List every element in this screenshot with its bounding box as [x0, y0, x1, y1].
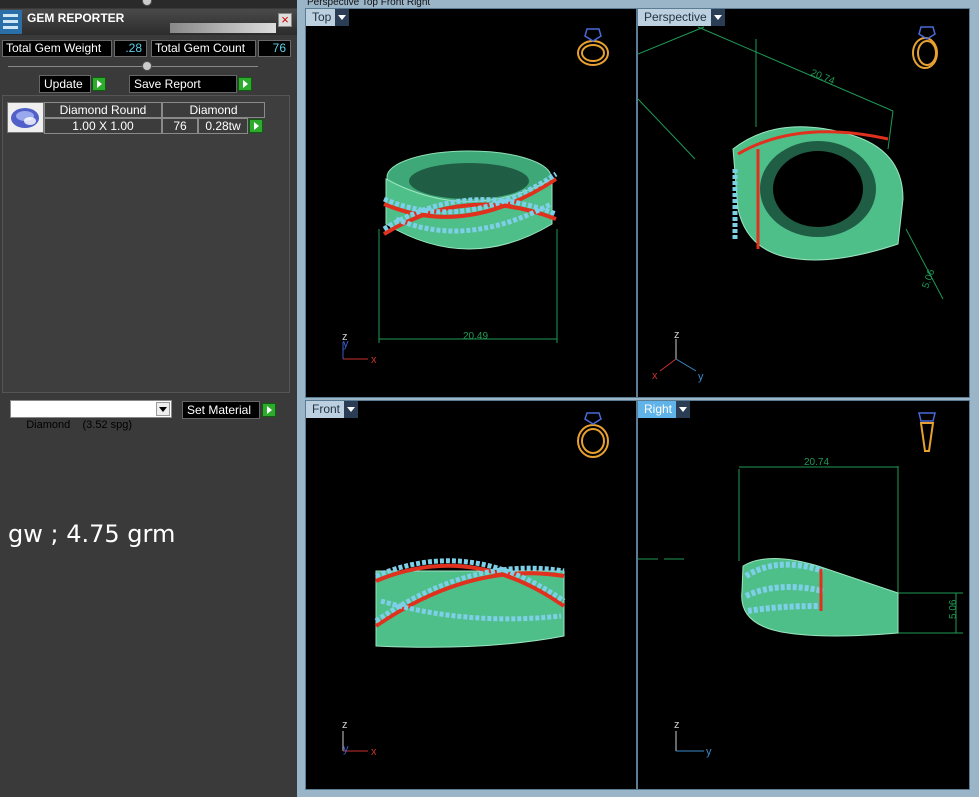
viewport-right[interactable]: 20.74 5.06 y z Right: [637, 400, 970, 790]
axis-z-label: z: [674, 719, 680, 731]
axis-z-label: z: [342, 719, 348, 731]
axis-x-label: x: [371, 354, 377, 366]
ring-model: [382, 150, 558, 250]
gold-weight-note: gw ; 4.75 grm: [8, 520, 176, 548]
gem-count-cell: 76: [162, 118, 198, 134]
save-report-button[interactable]: Save Report: [129, 75, 237, 93]
right-view-canvas: 20.74 5.06 y z: [638, 412, 963, 758]
material-select[interactable]: Diamond (3.52 spg): [10, 400, 172, 431]
total-gem-count-label: Total Gem Count: [151, 40, 256, 57]
panel-splitter-line: [8, 66, 258, 67]
axis-z-label: z: [674, 329, 680, 341]
ring-icon: [912, 26, 938, 69]
gem-row-select-icon[interactable]: [249, 119, 263, 133]
title-gradient-bar: [170, 23, 276, 33]
ring-model: [741, 558, 899, 637]
total-gem-weight-label: Total Gem Weight: [2, 40, 112, 57]
gem-reporter-panel: GEM REPORTER × Total Gem Weight .28 Tota…: [0, 0, 297, 797]
chevron-down-icon[interactable]: [710, 9, 725, 26]
perspective-view-canvas: 20.74 5.06 x y z: [638, 26, 944, 383]
total-gem-weight-value: .28: [114, 40, 147, 57]
perspective-dimension-b: 5.06: [920, 268, 937, 290]
total-gem-count-value: 76: [258, 40, 291, 57]
material-select-value: Diamond (3.52 spg): [26, 419, 133, 431]
viewport-area: Perspective Top Front Right 20.49 x y z …: [297, 0, 979, 797]
ring-model: [374, 558, 566, 648]
viewport-perspective-tab[interactable]: Perspective: [638, 9, 725, 26]
front-view-canvas: x y z: [342, 412, 609, 758]
viewport-right-tab[interactable]: Right: [638, 401, 691, 418]
viewport-front[interactable]: x y z Front: [305, 400, 637, 790]
perspective-dimension-a: 20.74: [809, 68, 837, 88]
gem-list-area: Diamond Round Diamond 1.00 X 1.00 76 0.2…: [2, 95, 290, 393]
chevron-down-icon[interactable]: [344, 401, 359, 418]
axis-y-label: y: [706, 746, 712, 758]
viewport-front-tab[interactable]: Front: [306, 401, 359, 418]
right-dimension-b: 5.06: [948, 599, 959, 619]
gem-setting-icon: [918, 412, 936, 452]
update-button[interactable]: Update: [39, 75, 91, 93]
axis-y-label: y: [343, 743, 349, 755]
save-report-run-icon[interactable]: [238, 77, 252, 91]
chevron-down-icon[interactable]: [335, 9, 350, 26]
diamond-round-icon: [11, 108, 39, 128]
gem-material-header: Diamond: [162, 102, 265, 118]
axis-x-label: x: [652, 370, 658, 382]
gem-thumbnail[interactable]: [7, 102, 44, 133]
axis-z-label: z: [342, 331, 348, 343]
axis-y-label: y: [698, 371, 704, 383]
gem-reporter-icon: [0, 10, 22, 34]
chevron-down-icon[interactable]: [156, 402, 170, 416]
axis-x-label: x: [371, 746, 377, 758]
viewport-perspective[interactable]: 20.74 5.06 x y z Perspective: [637, 8, 970, 398]
panel-title: GEM REPORTER: [27, 11, 125, 25]
viewport-top[interactable]: 20.49 x y z Top: [305, 8, 637, 398]
right-dimension-a: 20.74: [804, 457, 829, 468]
top-view-canvas: 20.49 x y z: [342, 28, 609, 366]
panel-title-bar: GEM REPORTER ×: [0, 9, 297, 35]
top-dimension-label: 20.49: [463, 331, 488, 342]
axis-gizmo: [675, 731, 704, 752]
set-material-button[interactable]: Set Material: [182, 401, 260, 419]
update-run-icon[interactable]: [92, 77, 106, 91]
panel-splitter-knob[interactable]: [142, 61, 152, 71]
ring-icon: [577, 412, 609, 458]
set-material-run-icon[interactable]: [262, 403, 276, 417]
gem-shape-header: Diamond Round: [44, 102, 162, 118]
ring-model: [732, 126, 904, 261]
gem-size-cell: 1.00 X 1.00: [44, 118, 162, 134]
viewport-tabs-strip[interactable]: Perspective Top Front Right: [307, 0, 537, 8]
axis-gizmo: [659, 339, 697, 372]
close-button[interactable]: ×: [278, 13, 292, 27]
viewport-top-tab[interactable]: Top: [306, 9, 350, 26]
ring-icon: [577, 28, 609, 66]
gem-weight-cell: 0.28tw: [198, 118, 248, 134]
chevron-down-icon[interactable]: [676, 401, 691, 418]
